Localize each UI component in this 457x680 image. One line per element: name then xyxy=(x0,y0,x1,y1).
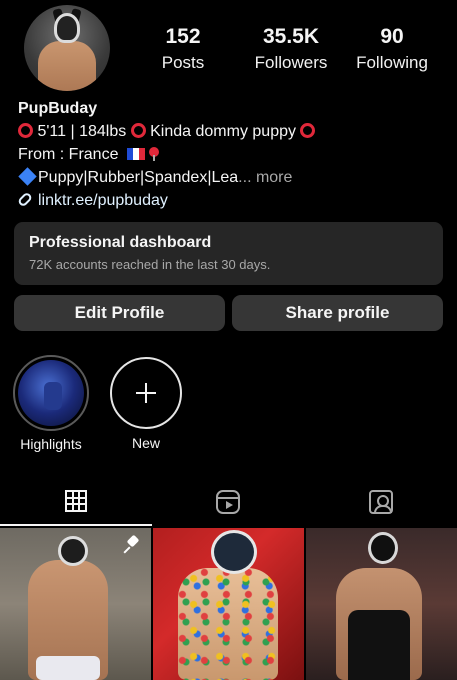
red-circle-icon xyxy=(18,123,33,138)
stat-value: 90 xyxy=(380,25,404,48)
share-profile-button[interactable]: Share profile xyxy=(232,295,443,331)
grid-icon xyxy=(65,490,87,512)
stat-label: Followers xyxy=(254,53,328,72)
stat-following[interactable]: 90 Following xyxy=(352,25,432,73)
professional-dashboard[interactable]: Professional dashboard 72K accounts reac… xyxy=(14,222,443,285)
reels-icon xyxy=(216,490,240,514)
post-thumbnail[interactable] xyxy=(0,528,151,680)
bio-line: Puppy|Rubber|Spandex|Lea... more xyxy=(18,166,315,189)
dashboard-subtitle: 72K accounts reached in the last 30 days… xyxy=(29,257,271,272)
avatar-image-body xyxy=(38,41,96,91)
stat-label: Posts xyxy=(161,53,205,72)
bio-text: 5'11 | 184lbs xyxy=(37,123,127,140)
link-icon xyxy=(16,191,34,208)
plus-icon xyxy=(110,357,182,429)
bio-text: Kinda dommy puppy xyxy=(150,123,296,140)
bio-line: From : France xyxy=(18,143,315,166)
stat-value: 35.5K xyxy=(262,25,320,48)
avatar-image-head xyxy=(54,13,80,43)
tab-tagged[interactable] xyxy=(305,478,457,526)
edit-profile-button[interactable]: Edit Profile xyxy=(14,295,225,331)
bio-link-text: linktr.ee/pupbuday xyxy=(38,192,168,209)
stat-followers[interactable]: 35.5K Followers xyxy=(245,25,337,73)
highlight-label: Highlights xyxy=(20,436,82,452)
dashboard-title: Professional dashboard xyxy=(29,234,212,251)
tab-posts[interactable] xyxy=(0,478,152,526)
highlight-cover xyxy=(18,360,84,426)
profile-avatar[interactable] xyxy=(24,5,110,91)
profile-username: PupBuday xyxy=(18,100,98,117)
bio-text: From : France xyxy=(18,146,119,163)
highlight-item[interactable]: Highlights xyxy=(12,355,90,452)
post-image-head xyxy=(58,536,88,566)
bio-line: 5'11 | 184lbs Kinda dommy puppy xyxy=(18,120,316,143)
bio-text: Puppy|Rubber|Spandex|Lea xyxy=(38,169,239,186)
stat-posts[interactable]: 152 Posts xyxy=(140,25,226,73)
post-image-head xyxy=(368,532,398,564)
profile-tabs xyxy=(0,478,457,526)
tab-reels[interactable] xyxy=(152,478,304,526)
post-image-head xyxy=(211,530,257,574)
tagged-icon xyxy=(369,490,393,514)
profile-bio: PupBuday 5'11 | 184lbs Kinda dommy puppy… xyxy=(16,97,316,212)
post-thumbnail[interactable] xyxy=(153,528,304,680)
france-flag-icon xyxy=(126,148,145,160)
highlight-label: New xyxy=(131,435,160,451)
red-circle-icon xyxy=(130,123,146,138)
stat-label: Following xyxy=(356,53,428,72)
post-thumbnail[interactable] xyxy=(306,528,457,680)
location-pin-icon xyxy=(149,147,160,161)
red-circle-icon xyxy=(300,123,316,138)
post-image-detail xyxy=(348,610,410,680)
post-image-detail xyxy=(36,656,100,680)
pinned-icon xyxy=(123,536,141,554)
highlight-ring xyxy=(13,355,89,431)
stat-value: 152 xyxy=(165,25,201,48)
bio-more-link[interactable]: ... more xyxy=(238,169,292,186)
new-highlight-button[interactable]: New xyxy=(107,355,185,451)
post-image-figure xyxy=(178,568,278,680)
bio-link[interactable]: linktr.ee/pupbuday xyxy=(16,189,315,212)
blue-diamond-icon xyxy=(18,167,37,186)
